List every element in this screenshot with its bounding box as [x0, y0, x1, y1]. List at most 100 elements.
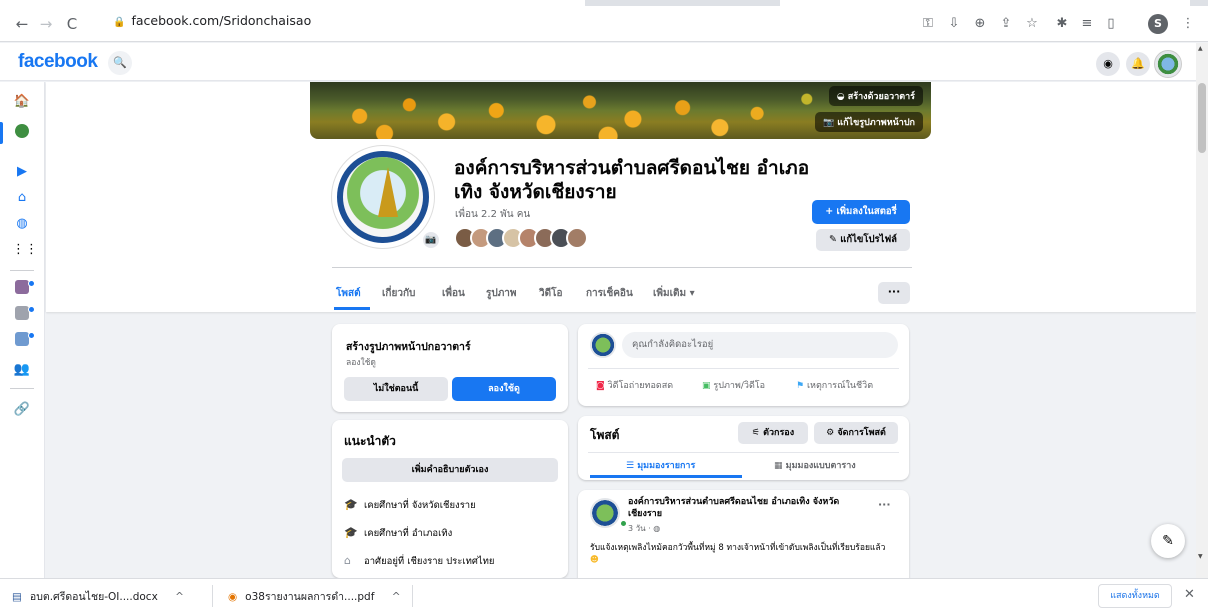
composer-avatar[interactable] — [590, 332, 616, 358]
search-icon[interactable]: 🔍 — [108, 51, 132, 75]
account-avatar[interactable] — [1154, 50, 1182, 78]
intro-row-education: 🎓 เคยศึกษาที่ อำเภอเทิง — [344, 526, 452, 541]
tab-about[interactable]: เกี่ยวกับ — [382, 286, 415, 301]
scroll-down-icon[interactable]: ▼ — [1198, 553, 1203, 560]
tab-checkins[interactable]: การเช็คอิน — [586, 286, 633, 301]
tab-more[interactable]: เพิ่มเติม ▾ — [653, 286, 695, 301]
tab-videos[interactable]: วิดีโอ — [539, 286, 563, 301]
close-icon[interactable]: ✕ — [1184, 587, 1195, 602]
share-icon[interactable]: ⇪ — [996, 14, 1016, 34]
tab-friends[interactable]: เพื่อน — [442, 286, 465, 301]
browser-menu-icon[interactable]: ⋮ — [1178, 14, 1198, 34]
composer-input[interactable]: คุณกำลังคิดอะไรอยู่ — [622, 332, 898, 358]
avatar-cover-card: สร้างรูปภาพหน้าปกอวาตาร์ ลองใช้ดู ไม่ใช่… — [332, 324, 568, 412]
tab-strip — [0, 0, 1208, 6]
friend-avatar[interactable] — [566, 227, 588, 249]
scrollbar-thumb[interactable] — [1198, 83, 1206, 153]
grid-view-label: มุมมองแบบตาราง — [785, 461, 856, 471]
install-icon[interactable]: ⇩ — [944, 14, 964, 34]
rail-divider — [10, 270, 34, 271]
new-message-icon[interactable]: ✎ — [1151, 524, 1185, 558]
download-item-docx[interactable]: ▤ อบต.ศรีดอนไชย-OI....docx ^ — [12, 588, 184, 605]
chevron-up-icon[interactable]: ^ — [392, 591, 401, 603]
list-view-label: มุมมองรายการ — [637, 461, 696, 471]
filter-button[interactable]: ⚟ ตัวกรอง — [738, 422, 808, 444]
home-icon[interactable]: 🏠 — [12, 92, 32, 112]
forward-icon[interactable]: → — [36, 14, 56, 34]
zoom-icon[interactable]: ⊕ — [970, 14, 990, 34]
list-icon: ☰ — [626, 461, 635, 471]
edit-profile-button[interactable]: ✎ แก้ไขโปรไฟล์ — [816, 229, 910, 251]
reading-list-icon[interactable]: ≡ — [1077, 14, 1097, 34]
create-avatar-button[interactable]: ◒ สร้างด้วยอวาตาร์ — [828, 86, 923, 106]
marketplace-icon[interactable]: ⌂ — [12, 188, 32, 208]
friend-avatars[interactable] — [454, 227, 604, 249]
pencil-icon: ✎ — [829, 234, 837, 245]
post-author-avatar[interactable] — [590, 498, 620, 528]
download-item-pdf[interactable]: ◉ o38รายงานผลการดำ....pdf ^ — [228, 588, 401, 605]
notifications-icon[interactable]: 🔔 — [1126, 52, 1150, 76]
tab-posts[interactable]: โพสต์ — [336, 286, 361, 301]
list-view-tab[interactable]: ☰ มุมมองรายการ — [626, 458, 695, 472]
add-bio-button[interactable]: เพิ่มคำอธิบายตัวเอง — [342, 458, 558, 482]
profile-header: ◒ สร้างด้วยอวาตาร์ 📷 แก้ไขรูปภาพหน้าปก 📷… — [46, 82, 1196, 312]
create-avatar-label: สร้างด้วยอวาตาร์ — [847, 92, 915, 102]
groups-icon[interactable]: 👥 — [12, 360, 32, 380]
more-options-button[interactable]: ··· — [878, 282, 910, 304]
show-all-downloads-button[interactable]: แสดงทั้งหมด — [1098, 584, 1172, 608]
add-to-story-button[interactable]: + เพิ่มลงในสตอรี่ — [812, 200, 910, 224]
chevron-up-icon[interactable]: ^ — [175, 591, 184, 603]
photo-video-button[interactable]: ▣ รูปภาพ/วิดีโอ — [702, 378, 765, 392]
address-bar[interactable]: 🔒 facebook.com/Sridonchaisao — [113, 13, 311, 28]
life-event-button[interactable]: ⚑ เหตุการณ์ในชีวิต — [796, 378, 873, 392]
avatar-card-subtitle: ลองใช้ดู — [346, 358, 376, 368]
profile-picture[interactable] — [332, 146, 434, 248]
globe-icon: ◍ — [653, 524, 661, 533]
watch-icon[interactable]: ▶ — [12, 162, 32, 182]
emoji-icon: ☻ — [590, 555, 599, 565]
page-avatar-icon[interactable] — [12, 124, 32, 144]
intro-title: แนะนำตัว — [344, 434, 396, 448]
edit-cover-label: แก้ไขรูปภาพหน้าปก — [837, 118, 915, 128]
post-author-name[interactable]: องค์การบริหารส่วนตำบลศรีดอนไชย อำเภอเทิง… — [628, 496, 868, 520]
messenger-icon[interactable]: ◉ — [1096, 52, 1120, 76]
key-icon[interactable]: ⚿ — [918, 14, 938, 34]
avatar-card-title: สร้างรูปภาพหน้าปกอวาตาร์ — [346, 341, 471, 353]
link-icon[interactable]: 🔗 — [12, 400, 32, 420]
grid-icon: ▦ — [774, 461, 783, 471]
post-timestamp[interactable]: 3 วัน · ◍ — [628, 522, 660, 535]
gaming-icon[interactable]: ◍ — [12, 214, 32, 234]
menu-grid-icon[interactable]: ⋮⋮ — [12, 240, 38, 260]
manage-posts-button[interactable]: ⚙ จัดการโพสต์ — [814, 422, 898, 444]
pdf-file-icon: ◉ — [228, 591, 238, 603]
scroll-up-icon[interactable]: ▲ — [1198, 45, 1203, 52]
lock-icon: 🔒 — [113, 17, 126, 28]
camera-icon[interactable]: 📷 — [421, 230, 441, 250]
home-icon: ⌂ — [344, 554, 351, 567]
reload-icon[interactable]: C — [62, 14, 82, 34]
back-icon[interactable]: ← — [12, 14, 32, 34]
grid-view-tab[interactable]: ▦ มุมมองแบบตาราง — [774, 458, 856, 472]
bookmark-star-icon[interactable]: ☆ — [1022, 14, 1042, 34]
intro-row-location: ⌂ อาศัยอยู่ที่ เชียงราย ประเทศไทย — [344, 554, 495, 569]
post-text: รับแจ้งเหตุเพลิงไหม้คอกวัวพื้นที่หมู่ 8 … — [590, 542, 890, 566]
tab-photos[interactable]: รูปภาพ — [486, 286, 517, 301]
post-options-icon[interactable]: ··· — [878, 498, 891, 511]
not-now-button[interactable]: ไม่ใช่ตอนนี้ — [344, 377, 448, 401]
post-card: องค์การบริหารส่วนตำบลศรีดอนไชย อำเภอเทิง… — [578, 490, 909, 578]
try-it-button[interactable]: ลองใช้ดู — [452, 377, 556, 401]
browser-profile-avatar[interactable]: S — [1148, 14, 1168, 34]
edit-profile-label: แก้ไขโปรไฟล์ — [840, 234, 897, 245]
edit-cover-button[interactable]: 📷 แก้ไขรูปภาพหน้าปก — [814, 112, 923, 132]
intro-card: แนะนำตัว เพิ่มคำอธิบายตัวเอง 🎓 เคยศึกษาที… — [332, 420, 568, 578]
side-panel-icon[interactable]: ▯ — [1101, 14, 1121, 34]
extensions-icon[interactable]: ✱ — [1052, 14, 1072, 34]
facebook-logo[interactable]: facebook — [18, 51, 98, 73]
posts-header-divider — [588, 452, 899, 453]
download-filename: อบต.ศรีดอนไชย-OI....docx — [29, 591, 158, 603]
friend-count[interactable]: เพื่อน 2.2 พัน คน — [455, 207, 530, 222]
live-video-button[interactable]: ◙ วิดีโอถ่ายทอดสด — [596, 378, 673, 392]
page-scrollbar[interactable]: ▲ ▼ — [1196, 43, 1208, 578]
rail-active-indicator — [0, 122, 3, 144]
cover-photo[interactable]: ◒ สร้างด้วยอวาตาร์ 📷 แก้ไขรูปภาพหน้าปก — [310, 82, 931, 139]
